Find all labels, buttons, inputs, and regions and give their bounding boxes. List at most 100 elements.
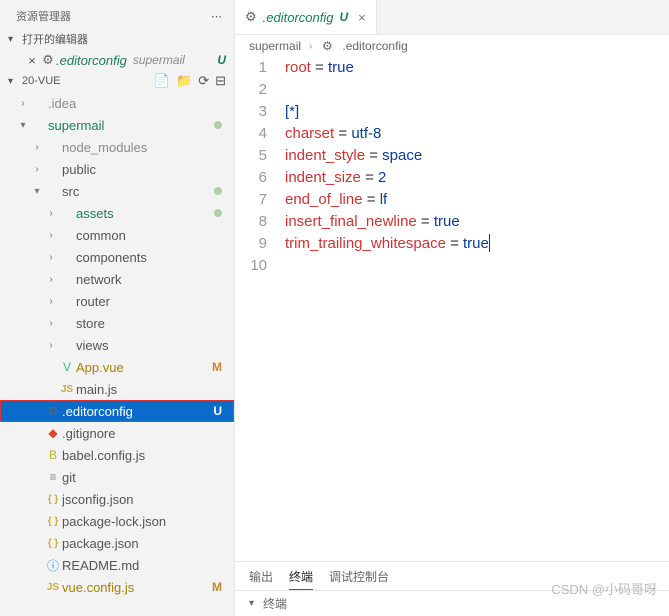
tree-file-README-md[interactable]: ⓘREADME.md (0, 554, 234, 576)
gear-icon: ⚙ (245, 9, 257, 25)
tree-label: store (76, 316, 222, 331)
refresh-icon[interactable]: ⟳ (198, 73, 209, 89)
json-icon: { } (44, 538, 62, 549)
open-editor-filename: .editorconfig (56, 53, 127, 68)
chevron-icon: › (44, 340, 58, 351)
tree-folder-src[interactable]: ▾src (0, 180, 234, 202)
panel-tabs: 输出终端调试控制台 (235, 561, 669, 590)
tree-label: README.md (62, 558, 222, 573)
close-icon[interactable]: × (24, 53, 40, 68)
chevron-icon: › (44, 252, 58, 263)
tree-label: node_modules (62, 140, 222, 155)
tree-label: vue.config.js (62, 580, 212, 595)
tree-folder-store[interactable]: › store (0, 312, 234, 334)
open-editor-item[interactable]: × ⚙ .editorconfig supermail U (0, 50, 234, 70)
tree-folder-components[interactable]: › components (0, 246, 234, 268)
editor-area: ⚙ .editorconfig U × supermail › ⚙ .edito… (235, 0, 669, 616)
tree-file--editorconfig[interactable]: ⚙.editorconfigU (0, 400, 234, 422)
tree-label: .editorconfig (62, 404, 213, 419)
explorer-sidebar: 资源管理器 ⋯ ▾ 打开的编辑器 × ⚙ .editorconfig super… (0, 0, 235, 616)
breadcrumb-file[interactable]: .editorconfig (342, 39, 407, 53)
git-badge: M (212, 580, 222, 594)
tree-file-App-vue[interactable]: VApp.vueM (0, 356, 234, 378)
open-editor-dir: supermail (133, 53, 185, 67)
collapse-icon[interactable]: ⊟ (215, 73, 226, 89)
status-dot (214, 209, 222, 217)
text-cursor (489, 234, 490, 252)
tree-label: .gitignore (62, 426, 222, 441)
tree-label: views (76, 338, 222, 353)
newfile-icon[interactable]: 📄 (154, 73, 170, 89)
project-header[interactable]: ▾ 20-VUE 📄 📁 ⟳ ⊟ (0, 70, 234, 92)
panel-tab-0[interactable]: 输出 (249, 568, 273, 590)
explorer-header: 资源管理器 ⋯ (0, 0, 234, 28)
chevron-icon: › (44, 274, 58, 285)
tree-file-vue-config-js[interactable]: JSvue.config.jsM (0, 576, 234, 598)
chevron-icon: › (16, 98, 30, 109)
chevron-icon: ▾ (16, 120, 30, 131)
tree-folder-router[interactable]: ›router (0, 290, 234, 312)
tree-file-package-lock-json[interactable]: { }package-lock.json (0, 510, 234, 532)
git-icon: ◆ (44, 426, 62, 440)
panel-tab-2[interactable]: 调试控制台 (329, 568, 389, 590)
json-icon: { } (44, 494, 62, 505)
gear-icon: ⚙ (44, 404, 62, 418)
tree-folder-supermail[interactable]: ▾supermail (0, 114, 234, 136)
chevron-down-icon: ▾ (249, 598, 263, 609)
code-content[interactable]: root = true [*]charset = utf-8indent_sty… (285, 57, 669, 561)
terminal-header[interactable]: ▾ 终端 (235, 590, 669, 616)
breadcrumb-dir[interactable]: supermail (249, 39, 301, 53)
explorer-title: 资源管理器 (16, 8, 71, 24)
code-editor[interactable]: 12345678910 root = true [*]charset = utf… (235, 57, 669, 561)
status-dot (214, 187, 222, 195)
tree-file--gitignore[interactable]: ◆.gitignore (0, 422, 234, 444)
js-icon: JS (58, 384, 76, 395)
tree-file-git[interactable]: ≡git (0, 466, 234, 488)
breadcrumb[interactable]: supermail › ⚙ .editorconfig (235, 35, 669, 57)
open-editors-label: 打开的编辑器 (22, 31, 226, 47)
tree-file-jsconfig-json[interactable]: { }jsconfig.json (0, 488, 234, 510)
tree-label: package-lock.json (62, 514, 222, 529)
status-dot (214, 121, 222, 129)
tree-folder-assets[interactable]: ›assets (0, 202, 234, 224)
tree-label: .idea (48, 96, 222, 111)
gear-icon: ⚙ (40, 52, 56, 68)
chevron-right-icon: › (309, 41, 312, 52)
tree-folder--idea[interactable]: › .idea (0, 92, 234, 114)
info-icon: ⓘ (44, 557, 62, 574)
tree-file-package-json[interactable]: { }package.json (0, 532, 234, 554)
newfolder-icon[interactable]: 📁 (176, 73, 192, 89)
tree-label: router (76, 294, 222, 309)
tree-folder-network[interactable]: › network (0, 268, 234, 290)
tree-file-babel-config-js[interactable]: Bbabel.config.js (0, 444, 234, 466)
line-gutter: 12345678910 (235, 57, 285, 561)
chevron-down-icon: ▾ (8, 76, 22, 87)
open-editors-header[interactable]: ▾ 打开的编辑器 (0, 28, 234, 50)
tree-label: components (76, 250, 222, 265)
tree-label: jsconfig.json (62, 492, 222, 507)
terminal-label: 终端 (263, 595, 287, 612)
tree-folder-views[interactable]: › views (0, 334, 234, 356)
tree-label: git (62, 470, 222, 485)
tree-label: common (76, 228, 222, 243)
tab-bar: ⚙ .editorconfig U × (235, 0, 669, 35)
json-icon: { } (44, 516, 62, 527)
tree-folder-node_modules[interactable]: ›node_modules (0, 136, 234, 158)
close-icon[interactable]: × (358, 10, 366, 25)
panel-tab-1[interactable]: 终端 (289, 568, 313, 590)
project-label: 20-VUE (22, 75, 154, 87)
file-tree: ›.idea▾supermail›node_modules›public▾src… (0, 92, 234, 616)
tree-label: src (62, 184, 214, 199)
tree-label: assets (76, 206, 214, 221)
tree-label: network (76, 272, 222, 287)
tree-folder-common[interactable]: ›common (0, 224, 234, 246)
babel-icon: B (44, 448, 62, 462)
tree-label: main.js (76, 382, 222, 397)
editor-tab[interactable]: ⚙ .editorconfig U × (235, 0, 377, 34)
tree-label: public (62, 162, 222, 177)
tree-file-main-js[interactable]: JSmain.js (0, 378, 234, 400)
chevron-down-icon: ▾ (8, 34, 22, 45)
chevron-icon: › (44, 318, 58, 329)
tree-folder-public[interactable]: ›public (0, 158, 234, 180)
explorer-more-icon[interactable]: ⋯ (211, 10, 222, 23)
